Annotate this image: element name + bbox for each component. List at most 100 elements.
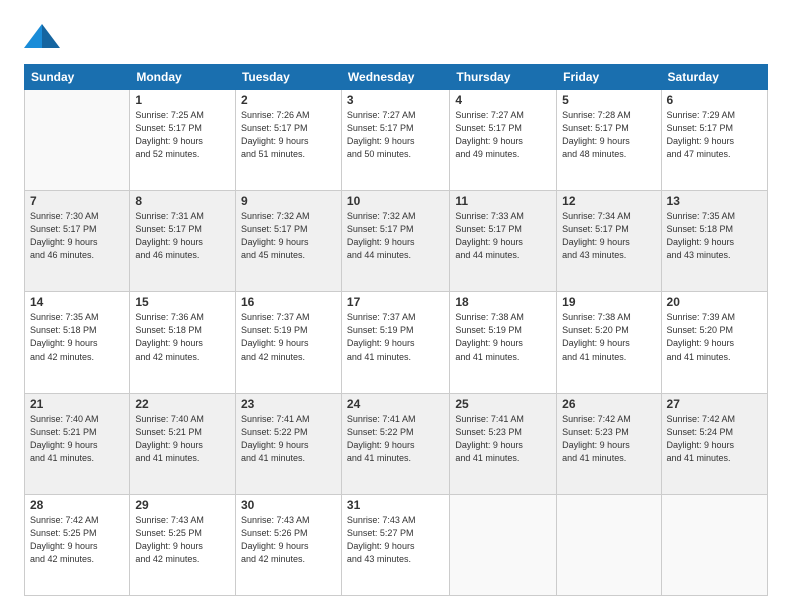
day-info: Sunrise: 7:40 AM Sunset: 5:21 PM Dayligh… (135, 413, 230, 465)
day-info: Sunrise: 7:37 AM Sunset: 5:19 PM Dayligh… (241, 311, 336, 363)
calendar-cell: 8 Sunrise: 7:31 AM Sunset: 5:17 PM Daylig… (130, 191, 236, 292)
day-info: Sunrise: 7:32 AM Sunset: 5:17 PM Dayligh… (347, 210, 444, 262)
calendar-cell: 7 Sunrise: 7:30 AM Sunset: 5:17 PM Daylig… (25, 191, 130, 292)
day-number: 24 (347, 397, 444, 411)
day-info: Sunrise: 7:43 AM Sunset: 5:25 PM Dayligh… (135, 514, 230, 566)
day-info: Sunrise: 7:36 AM Sunset: 5:18 PM Dayligh… (135, 311, 230, 363)
day-number: 18 (455, 295, 551, 309)
day-number: 13 (667, 194, 762, 208)
day-info: Sunrise: 7:35 AM Sunset: 5:18 PM Dayligh… (667, 210, 762, 262)
day-info: Sunrise: 7:28 AM Sunset: 5:17 PM Dayligh… (562, 109, 655, 161)
day-number: 2 (241, 93, 336, 107)
calendar-cell: 28Sunrise: 7:42 AM Sunset: 5:25 PM Dayli… (25, 494, 130, 595)
calendar-cell (661, 494, 767, 595)
calendar-week-row: 14 Sunrise: 7:35 AM Sunset: 5:18 PM Dayli… (25, 292, 768, 393)
calendar-cell: 22 Sunrise: 7:40 AM Sunset: 5:21 PM Dayli… (130, 393, 236, 494)
day-info: Sunrise: 7:27 AM Sunset: 5:17 PM Dayligh… (455, 109, 551, 161)
day-info: Sunrise: 7:41 AM Sunset: 5:22 PM Dayligh… (241, 413, 336, 465)
day-info: Sunrise: 7:27 AM Sunset: 5:17 PM Dayligh… (347, 109, 444, 161)
day-number: 16 (241, 295, 336, 309)
day-number: 4 (455, 93, 551, 107)
day-info: Sunrise: 7:42 AM Sunset: 5:24 PM Dayligh… (667, 413, 762, 465)
day-number: 14 (30, 295, 124, 309)
day-info: Sunrise: 7:41 AM Sunset: 5:23 PM Dayligh… (455, 413, 551, 465)
day-number: 20 (667, 295, 762, 309)
calendar-cell (450, 494, 557, 595)
day-number: 29 (135, 498, 230, 512)
day-number: 7 (30, 194, 124, 208)
day-info: Sunrise: 7:38 AM Sunset: 5:19 PM Dayligh… (455, 311, 551, 363)
day-info: Sunrise: 7:42 AM Sunset: 5:23 PM Dayligh… (562, 413, 655, 465)
calendar-cell: 31 Sunrise: 7:43 AM Sunset: 5:27 PM Dayli… (341, 494, 449, 595)
calendar-cell: 15Sunrise: 7:36 AM Sunset: 5:18 PM Dayli… (130, 292, 236, 393)
calendar-cell: 2 Sunrise: 7:26 AM Sunset: 5:17 PM Daylig… (235, 90, 341, 191)
calendar-cell: 11 Sunrise: 7:33 AM Sunset: 5:17 PM Dayli… (450, 191, 557, 292)
calendar-cell (557, 494, 661, 595)
calendar-cell: 21 Sunrise: 7:40 AM Sunset: 5:21 PM Dayli… (25, 393, 130, 494)
day-info: Sunrise: 7:35 AM Sunset: 5:18 PM Dayligh… (30, 311, 124, 363)
header-friday: Friday (557, 65, 661, 90)
day-number: 27 (667, 397, 762, 411)
day-number: 3 (347, 93, 444, 107)
header-wednesday: Wednesday (341, 65, 449, 90)
day-number: 31 (347, 498, 444, 512)
header-tuesday: Tuesday (235, 65, 341, 90)
calendar-cell: 16 Sunrise: 7:37 AM Sunset: 5:19 PM Dayli… (235, 292, 341, 393)
calendar-cell: 10 Sunrise: 7:32 AM Sunset: 5:17 PM Dayli… (341, 191, 449, 292)
day-number: 23 (241, 397, 336, 411)
calendar-week-row: 28Sunrise: 7:42 AM Sunset: 5:25 PM Dayli… (25, 494, 768, 595)
calendar-cell: 13 Sunrise: 7:35 AM Sunset: 5:18 PM Dayli… (661, 191, 767, 292)
day-info: Sunrise: 7:25 AM Sunset: 5:17 PM Dayligh… (135, 109, 230, 161)
calendar-cell: 26Sunrise: 7:42 AM Sunset: 5:23 PM Dayli… (557, 393, 661, 494)
calendar-cell: 5 Sunrise: 7:28 AM Sunset: 5:17 PM Daylig… (557, 90, 661, 191)
day-info: Sunrise: 7:39 AM Sunset: 5:20 PM Dayligh… (667, 311, 762, 363)
calendar-cell: 3 Sunrise: 7:27 AM Sunset: 5:17 PM Daylig… (341, 90, 449, 191)
day-info: Sunrise: 7:32 AM Sunset: 5:17 PM Dayligh… (241, 210, 336, 262)
day-number: 10 (347, 194, 444, 208)
day-number: 22 (135, 397, 230, 411)
calendar-cell (25, 90, 130, 191)
calendar-cell: 27 Sunrise: 7:42 AM Sunset: 5:24 PM Dayli… (661, 393, 767, 494)
day-info: Sunrise: 7:38 AM Sunset: 5:20 PM Dayligh… (562, 311, 655, 363)
calendar-cell: 14 Sunrise: 7:35 AM Sunset: 5:18 PM Dayli… (25, 292, 130, 393)
day-number: 6 (667, 93, 762, 107)
calendar-cell: 9 Sunrise: 7:32 AM Sunset: 5:17 PM Daylig… (235, 191, 341, 292)
day-number: 25 (455, 397, 551, 411)
header-monday: Monday (130, 65, 236, 90)
day-number: 11 (455, 194, 551, 208)
calendar-header-row: SundayMondayTuesdayWednesdayThursdayFrid… (25, 65, 768, 90)
day-number: 8 (135, 194, 230, 208)
day-number: 21 (30, 397, 124, 411)
calendar-cell: 19 Sunrise: 7:38 AM Sunset: 5:20 PM Dayli… (557, 292, 661, 393)
day-info: Sunrise: 7:34 AM Sunset: 5:17 PM Dayligh… (562, 210, 655, 262)
header-saturday: Saturday (661, 65, 767, 90)
day-info: Sunrise: 7:37 AM Sunset: 5:19 PM Dayligh… (347, 311, 444, 363)
calendar-cell: 30Sunrise: 7:43 AM Sunset: 5:26 PM Dayli… (235, 494, 341, 595)
day-info: Sunrise: 7:29 AM Sunset: 5:17 PM Dayligh… (667, 109, 762, 161)
calendar-week-row: 21 Sunrise: 7:40 AM Sunset: 5:21 PM Dayli… (25, 393, 768, 494)
calendar-cell: 23 Sunrise: 7:41 AM Sunset: 5:22 PM Dayli… (235, 393, 341, 494)
day-info: Sunrise: 7:33 AM Sunset: 5:17 PM Dayligh… (455, 210, 551, 262)
page: SundayMondayTuesdayWednesdayThursdayFrid… (0, 0, 792, 612)
calendar-cell: 20 Sunrise: 7:39 AM Sunset: 5:20 PM Dayli… (661, 292, 767, 393)
day-number: 9 (241, 194, 336, 208)
day-number: 5 (562, 93, 655, 107)
calendar-cell: 29 Sunrise: 7:43 AM Sunset: 5:25 PM Dayli… (130, 494, 236, 595)
calendar-cell: 24Sunrise: 7:41 AM Sunset: 5:22 PM Dayli… (341, 393, 449, 494)
header-sunday: Sunday (25, 65, 130, 90)
calendar-cell: 4 Sunrise: 7:27 AM Sunset: 5:17 PM Daylig… (450, 90, 557, 191)
day-number: 19 (562, 295, 655, 309)
day-number: 12 (562, 194, 655, 208)
calendar-week-row: 7 Sunrise: 7:30 AM Sunset: 5:17 PM Daylig… (25, 191, 768, 292)
calendar-cell: 18 Sunrise: 7:38 AM Sunset: 5:19 PM Dayli… (450, 292, 557, 393)
calendar-cell: 1Sunrise: 7:25 AM Sunset: 5:17 PM Daylig… (130, 90, 236, 191)
header (24, 20, 768, 52)
calendar-cell: 12 Sunrise: 7:34 AM Sunset: 5:17 PM Dayli… (557, 191, 661, 292)
day-info: Sunrise: 7:31 AM Sunset: 5:17 PM Dayligh… (135, 210, 230, 262)
day-info: Sunrise: 7:40 AM Sunset: 5:21 PM Dayligh… (30, 413, 124, 465)
day-info: Sunrise: 7:43 AM Sunset: 5:27 PM Dayligh… (347, 514, 444, 566)
day-info: Sunrise: 7:26 AM Sunset: 5:17 PM Dayligh… (241, 109, 336, 161)
calendar-week-row: 1Sunrise: 7:25 AM Sunset: 5:17 PM Daylig… (25, 90, 768, 191)
day-info: Sunrise: 7:30 AM Sunset: 5:17 PM Dayligh… (30, 210, 124, 262)
day-number: 17 (347, 295, 444, 309)
